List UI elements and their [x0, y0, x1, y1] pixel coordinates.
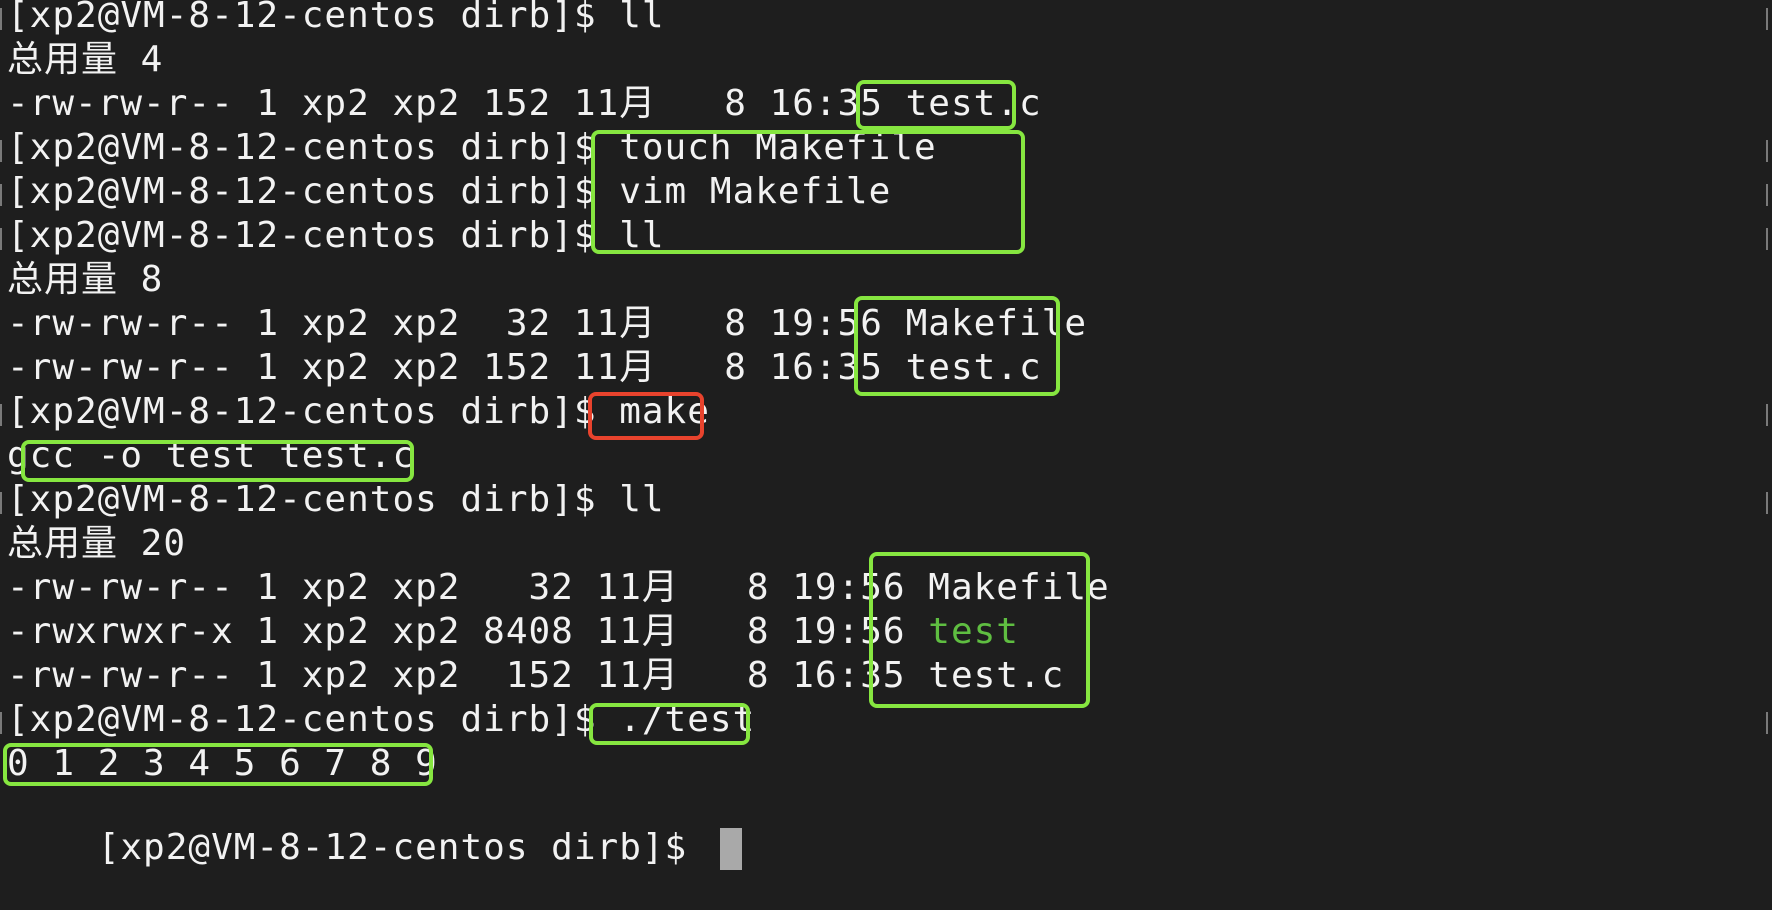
- line-marker: [0, 228, 2, 250]
- line-marker: [0, 140, 2, 162]
- line-marker: [1766, 184, 1768, 206]
- prompt-text: [xp2@VM-8-12-centos dirb]$: [97, 827, 710, 868]
- prompt-line[interactable]: [xp2@VM-8-12-centos dirb]$: [7, 788, 742, 870]
- line-marker: [0, 492, 2, 514]
- line-marker: [0, 184, 2, 206]
- line-marker: [0, 8, 2, 30]
- highlight-box: [591, 130, 1025, 254]
- line-marker: [1766, 8, 1768, 30]
- text-cursor: [719, 828, 742, 870]
- line-marker: [1766, 140, 1768, 162]
- terminal-line: [xp2@VM-8-12-centos dirb]$ ll: [7, 215, 665, 256]
- terminal-line: 总用量 20: [7, 523, 187, 564]
- terminal-line: -rwxrwxr-x 1 xp2 xp2 8408 11月 8 19:56 te…: [7, 612, 1019, 656]
- line-marker: [1766, 404, 1768, 426]
- highlight-box: [589, 703, 750, 745]
- highlight-box: [21, 440, 414, 482]
- highlight-box: [856, 80, 1016, 130]
- line-marker: [1766, 712, 1768, 734]
- line-marker: [1766, 228, 1768, 250]
- terminal-line: [xp2@VM-8-12-centos dirb]$ ll: [7, 0, 665, 36]
- highlight-box: [854, 296, 1060, 396]
- line-marker: [1766, 492, 1768, 514]
- line-marker: [0, 404, 2, 426]
- highlight-box-red: [588, 392, 704, 440]
- terminal-line: [xp2@VM-8-12-centos dirb]$ ll: [7, 479, 665, 520]
- terminal-window[interactable]: [xp2@VM-8-12-centos dirb]$ ll 总用量 4 -rw-rw…: [0, 0, 1772, 870]
- highlight-box: [869, 552, 1090, 708]
- listing-prefix: -rwxrwxr-x 1 xp2 xp2 8408 11月 8 19:56: [7, 611, 929, 652]
- terminal-line: 总用量 4: [7, 39, 164, 80]
- terminal-line: 总用量 8: [7, 259, 164, 300]
- highlight-box: [3, 743, 433, 786]
- line-marker: [0, 712, 2, 734]
